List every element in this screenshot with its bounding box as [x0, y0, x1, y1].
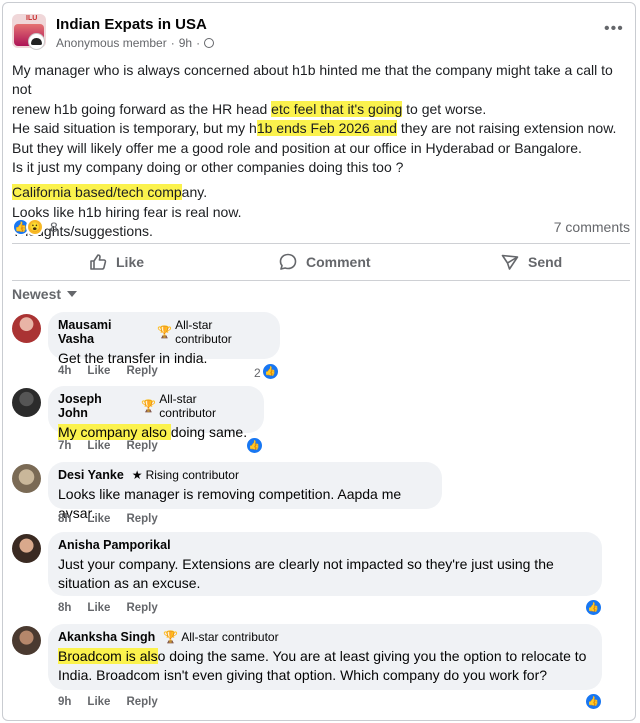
like-reaction-icon[interactable]: 👍	[585, 599, 602, 616]
more-options-button[interactable]: •••	[604, 20, 624, 38]
post-line: California based/tech company.	[12, 184, 208, 201]
sort-label: Newest	[12, 286, 62, 302]
comment-reply-button[interactable]: Reply	[126, 365, 157, 377]
send-label: Send	[528, 254, 563, 270]
comment-time[interactable]: 9h	[58, 696, 71, 708]
like-label: Like	[116, 254, 145, 270]
highlight: California based/tech comp	[12, 184, 182, 201]
comment-bubble: Mausami Vasha 🏆 All-star contributor Get …	[48, 312, 280, 366]
divider	[12, 243, 630, 244]
comment-time[interactable]: 8h	[58, 602, 71, 614]
highlight: My company also	[58, 424, 171, 440]
post-line: But they will likely offer me a good rol…	[12, 139, 582, 156]
avatar[interactable]	[12, 388, 41, 417]
comment-like-button[interactable]: Like	[87, 696, 110, 708]
send-button[interactable]: Send	[500, 252, 562, 272]
comment-actions: 9h Like Reply	[58, 696, 158, 708]
contributor-badge: 🏆 All-star contributor	[163, 630, 279, 644]
wow-reaction-icon: 😮	[26, 218, 44, 236]
avatar[interactable]	[12, 314, 41, 343]
comment-like-button[interactable]: Like	[87, 440, 110, 452]
meta-separator: ·	[170, 36, 175, 50]
star-icon: ★	[131, 468, 143, 482]
highlight: Broadcom is als	[58, 648, 158, 664]
comment-bubble: Desi Yanke ★ Rising contributor Looks lik…	[48, 462, 442, 521]
trophy-icon: 🏆	[163, 630, 179, 644]
comment-like-button[interactable]: Like	[87, 602, 110, 614]
trophy-icon: 🏆	[141, 399, 157, 413]
anonymous-icon	[28, 33, 45, 50]
caret-down-icon	[67, 291, 78, 297]
contributor-badge: 🏆 All-star contributor	[141, 392, 216, 420]
post-line: My manager who is always concerned about…	[12, 62, 613, 98]
trophy-icon: 🏆	[157, 325, 173, 339]
contributor-badge: ★ Rising contributor	[131, 468, 239, 482]
comment-time[interactable]: 7h	[58, 440, 71, 452]
comment-reply-button[interactable]: Reply	[126, 440, 157, 452]
post-time[interactable]: 9h	[179, 36, 192, 50]
avatar[interactable]	[12, 534, 41, 563]
post-line: Is it just my company doing or other com…	[12, 159, 404, 176]
post-line: Looks like h1b hiring fear is real now.	[12, 203, 242, 220]
comments-count-link[interactable]: 7 comments	[554, 219, 630, 235]
highlight: 1b ends Feb 2026 and	[256, 120, 397, 137]
reaction-summary[interactable]: 👍 😮 8	[12, 218, 58, 236]
thumbs-up-icon	[90, 254, 107, 270]
send-icon	[501, 254, 519, 270]
comment-button[interactable]: Comment	[278, 252, 371, 272]
comment-label: Comment	[306, 254, 371, 270]
avatar[interactable]	[12, 464, 41, 493]
comment-time[interactable]: 8h	[58, 513, 71, 525]
comment-icon	[279, 253, 297, 270]
comment-bubble: Akanksha Singh 🏆 All-star contributor Bro…	[48, 624, 602, 690]
comment-reply-button[interactable]: Reply	[126, 602, 157, 614]
comment-actions: 8h Like Reply	[58, 602, 158, 614]
reaction-count: 8	[50, 219, 58, 235]
like-button[interactable]: Like	[88, 252, 144, 272]
comment-actions: 7h Like Reply	[58, 440, 158, 452]
commenter-name[interactable]: Akanksha Singh	[58, 630, 155, 644]
comment-text: Just your company. Extensions are clearl…	[58, 556, 554, 592]
comment-reply-button[interactable]: Reply	[126, 696, 157, 708]
highlight: etc feel that it's going	[271, 100, 403, 117]
post-text: My manager who is always concerned about…	[12, 61, 630, 242]
commenter-name[interactable]: Anisha Pamporikal	[58, 538, 171, 552]
divider	[12, 280, 630, 281]
group-avatar-badge: ILU	[26, 15, 38, 22]
comment-like-button[interactable]: Like	[87, 513, 110, 525]
comment-sort-dropdown[interactable]: Newest	[12, 286, 78, 302]
author-name[interactable]: Anonymous member	[56, 36, 167, 50]
comment-like-button[interactable]: Like	[87, 365, 110, 377]
post-line: Thoughts/suggestions.	[12, 223, 153, 240]
contributor-badge: 🏆 All-star contributor	[157, 318, 232, 346]
post-line: He said situation is temporary, but my h…	[12, 120, 617, 137]
comment-time[interactable]: 4h	[58, 365, 71, 377]
comment-reaction-count: 2	[254, 366, 261, 380]
globe-icon	[204, 38, 215, 48]
meta-separator: ·	[196, 36, 201, 50]
commenter-name[interactable]: Joseph John	[58, 392, 133, 420]
post-meta: Anonymous member · 9h ·	[56, 36, 215, 50]
comment-reply-button[interactable]: Reply	[126, 513, 157, 525]
comment-actions: 4h Like Reply	[58, 365, 158, 377]
like-reaction-icon[interactable]: 👍	[246, 437, 263, 454]
comment-text: Broadcom is also doing the same. You are…	[58, 648, 587, 684]
like-reaction-icon[interactable]: 👍	[585, 693, 602, 710]
comment-actions: 8h Like Reply	[58, 513, 158, 525]
like-reaction-icon[interactable]: 👍	[262, 363, 279, 380]
commenter-name[interactable]: Desi Yanke	[58, 468, 124, 482]
post-line: renew h1b going forward as the HR head e…	[12, 100, 487, 117]
commenter-name[interactable]: Mausami Vasha	[58, 318, 149, 346]
avatar[interactable]	[12, 626, 41, 655]
comment-bubble: Joseph John 🏆 All-star contributor My com…	[48, 386, 264, 440]
group-name-link[interactable]: Indian Expats in USA	[56, 16, 207, 33]
comment-bubble: Anisha Pamporikal Just your company. Ext…	[48, 532, 602, 596]
